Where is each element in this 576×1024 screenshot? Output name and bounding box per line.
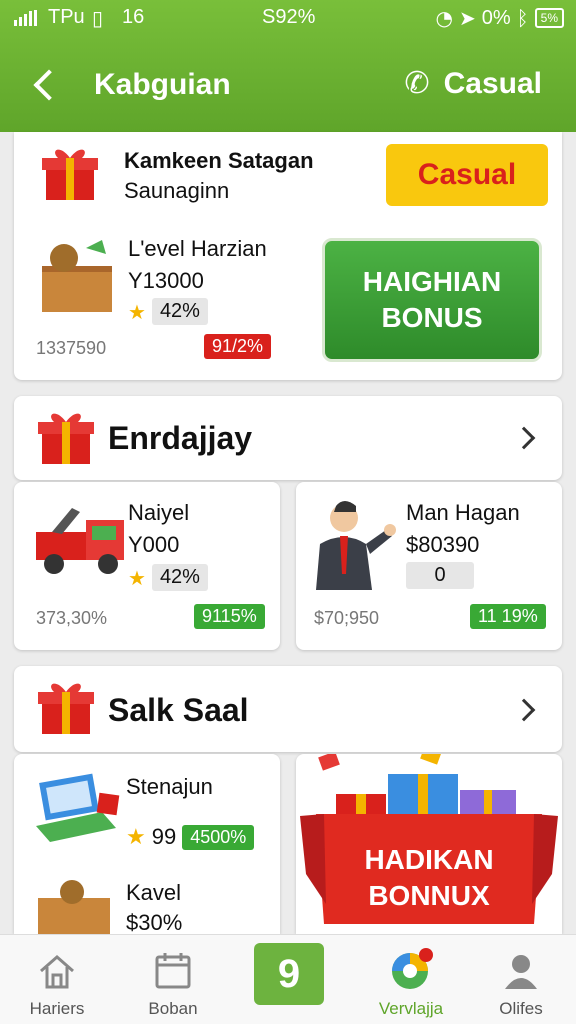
promo-label: HADIKAN BONNUX [364,844,494,911]
laptop-icon [36,773,120,842]
featured-card: Kamkeen Satagan Saunaginn Casual L'evel … [14,132,562,380]
home-icon [40,955,74,989]
phone-icon: ✆ [404,66,430,101]
product-left: 373,30% [36,608,108,628]
star-icon: ★ [128,299,146,324]
section-title: Enrdajjay [108,420,253,456]
product-value: Y000 [128,532,180,557]
bonus-button-label: HAIGHIAN BONUS [362,266,502,333]
casual-badge[interactable]: Casual [386,144,548,206]
tab-label: Olifes [499,999,543,1018]
item-code: 1337590 [36,338,107,358]
casual-link-label: Casual [443,66,542,100]
tab-label: Boban [148,999,198,1018]
item-rating: ★ 42% [128,298,208,325]
bluetooth-icon: ᛒ [516,6,529,30]
list-item-name: Kavel [126,880,182,905]
person-icon [505,955,537,989]
tab-hariers[interactable]: Hariers [2,935,112,1024]
product-name: Naiyel [128,500,190,525]
app-header: TPu ▯ 16 S92% ◔ ➤ 0% ᛒ 5% Kabguian ✆ Cas… [0,0,576,132]
gift-icon [42,149,98,200]
sync-icon: ◔ [435,6,453,30]
wheel-icon [392,948,433,989]
crate-icon [42,240,112,312]
list-item-rating: ★ 99 4500% [126,824,255,850]
product-rating-value: 42% [151,564,208,591]
product-rating-value: 0 [406,562,474,589]
location-icon: ➤ [458,6,476,30]
product-badge: 9115% [194,604,265,629]
bottom-nav: Hariers Boban 9 Vervlajja Olifes [0,934,576,1024]
list-card: Stenajun ★ 99 4500% Kavel $30% [14,754,280,935]
status-time: 16 [122,6,145,28]
star-icon: ★ [128,565,146,590]
chevron-right-icon[interactable] [512,426,536,450]
signal-icon [14,10,37,26]
calendar-icon [155,953,191,989]
product-rating: ★ 42% [128,564,208,591]
product-badge: 11 19% [470,604,546,629]
item-discount: 91/2% [204,334,272,359]
tab-boban[interactable]: Boban [118,935,228,1024]
truck-icon [36,508,124,574]
list-item-badge: 4500% [182,824,255,850]
status-right: ◔ ➤ 0% ᛒ 5% [436,6,564,30]
product-left: $70;950 [314,608,380,628]
list-item-value: $30% [126,910,183,935]
list-item-rating-value: 99 [151,824,177,849]
nav-bar: Kabguian ✆ Casual [0,58,576,114]
casual-link[interactable]: ✆ Casual [404,66,542,101]
section-header-salk-saal[interactable]: Salk Saal [14,666,562,752]
featured-title: Kamkeen Satagan [124,148,314,173]
bonus-button[interactable]: HAIGHIAN BONUS [322,238,542,362]
carrier-label: TPu [48,6,85,28]
item-value: Y13000 [128,268,204,293]
gift-icon [38,413,94,464]
star-icon: ★ [126,824,146,850]
product-name: Man Hagan [406,500,520,525]
gift-icon [38,683,94,734]
tab-vervlajja[interactable]: Vervlajja [356,935,466,1024]
product-card[interactable]: Naiyel Y000 ★ 42% 373,30% 9115% [14,482,280,650]
center-badge[interactable]: 9 [254,943,324,1005]
product-card[interactable]: Man Hagan $80390 0 $70;950 11 19% [296,482,562,650]
sim-icon: ▯ [92,6,104,30]
tab-label: Vervlajja [378,999,444,1018]
promo-card[interactable]: HADIKAN BONNUX [296,754,562,934]
businessman-icon [316,501,396,590]
section-title: Salk Saal [108,692,249,728]
section-header-enrdajjay[interactable]: Enrdajjay [14,396,562,480]
status-bar: TPu ▯ 16 S92% ◔ ➤ 0% ᛒ 5% [0,6,576,32]
item-name: L'evel Harzian [128,236,267,261]
chevron-right-icon[interactable] [512,698,536,722]
box-icon [38,880,110,934]
featured-subtitle: Saunaginn [124,178,230,203]
product-value: $80390 [406,532,480,557]
chevron-left-icon[interactable] [26,64,66,104]
status-center: S92% [262,6,316,28]
item-rating-value: 42% [151,298,208,325]
battery-icon: 5% [534,8,564,28]
tab-label: Hariers [29,999,85,1018]
tab-olifes[interactable]: Olifes [466,935,576,1024]
page-title: Kabguian [94,68,231,101]
status-percent: 0% [481,6,511,29]
list-item-name: Stenajun [126,774,213,799]
